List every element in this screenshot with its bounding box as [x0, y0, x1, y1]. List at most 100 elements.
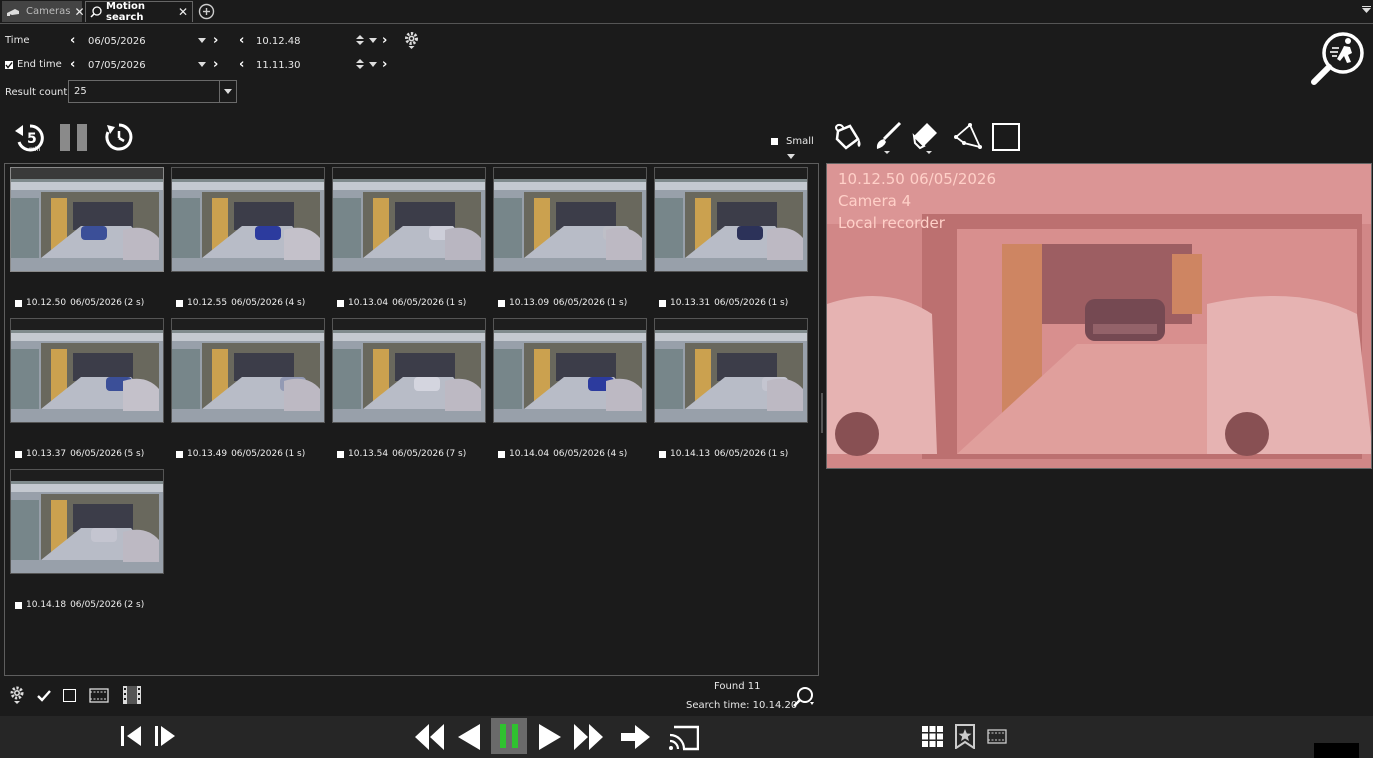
- end-time-value[interactable]: 11.11.30: [256, 60, 301, 71]
- combo-divider: [219, 81, 220, 102]
- result-date: 06/05/2026: [392, 298, 444, 308]
- result-checkbox[interactable]: [659, 299, 666, 307]
- result-thumbnail[interactable]: [332, 167, 486, 272]
- select-all-check-icon[interactable]: [37, 690, 51, 702]
- filmstrip-icon[interactable]: [122, 685, 142, 705]
- start-time-value[interactable]: 10.12.48: [256, 36, 301, 47]
- small-checkbox[interactable]: [771, 138, 778, 145]
- video-preview[interactable]: 10.12.50 06/05/2026 Camera 4 Local recor…: [826, 163, 1372, 469]
- clip-view-icon[interactable]: [987, 729, 1007, 744]
- pause-search-icon[interactable]: [60, 124, 88, 152]
- result-thumbnail[interactable]: [493, 167, 647, 272]
- end-date-prev-icon[interactable]: ‹: [70, 58, 75, 71]
- end-time-checkbox[interactable]: [5, 61, 13, 69]
- result-checkbox[interactable]: [15, 601, 22, 609]
- result-date: 06/05/2026: [714, 449, 766, 459]
- result-checkbox[interactable]: [337, 450, 344, 458]
- play-forward-icon[interactable]: [537, 724, 561, 750]
- end-time-prev-icon[interactable]: ‹: [239, 58, 244, 71]
- play-backward-icon[interactable]: [458, 724, 482, 750]
- grid-view-icon[interactable]: [922, 726, 943, 747]
- rewind-5min-unit: min: [29, 146, 41, 153]
- tab-cameras-close-icon[interactable]: ✕: [74, 6, 84, 18]
- result-count-dropdown-icon[interactable]: [224, 89, 232, 94]
- start-date-dropdown-icon[interactable]: [198, 38, 206, 43]
- result-thumbnail[interactable]: [654, 318, 808, 423]
- result-checkbox[interactable]: [15, 299, 22, 307]
- result-thumbnail[interactable]: [654, 167, 808, 272]
- result-checkbox[interactable]: [176, 450, 183, 458]
- result-duration: (5 s): [123, 449, 145, 459]
- result-thumbnail[interactable]: [171, 167, 325, 272]
- tab-cameras-label: Cameras: [26, 6, 71, 17]
- tab-cameras[interactable]: Cameras ✕: [2, 1, 85, 22]
- result-thumbnail[interactable]: [171, 318, 325, 423]
- preview-recorder-name: Local recorder: [838, 214, 945, 232]
- start-time-dropdown-icon[interactable]: [369, 38, 377, 43]
- start-time-prev-icon[interactable]: ‹: [239, 34, 244, 47]
- rectangle-icon[interactable]: [992, 123, 1020, 151]
- prev-frame-icon[interactable]: [121, 726, 145, 746]
- add-tab-icon[interactable]: [198, 3, 215, 20]
- rewind-5min-icon[interactable]: 5 min: [14, 122, 46, 154]
- go-live-arrow-icon[interactable]: [621, 724, 651, 750]
- small-dropdown-icon[interactable]: [787, 154, 795, 159]
- result-duration: (7 s): [445, 449, 467, 459]
- result-checkbox[interactable]: [176, 299, 183, 307]
- result-thumbnail[interactable]: [332, 318, 486, 423]
- settings-gear-icon[interactable]: [403, 30, 420, 50]
- restart-search-icon[interactable]: [104, 122, 134, 152]
- result-date: 06/05/2026: [714, 298, 766, 308]
- start-date-value[interactable]: 06/05/2026: [88, 36, 146, 47]
- panel-splitter[interactable]: [821, 393, 823, 433]
- pause-button[interactable]: [491, 718, 527, 754]
- eraser-icon[interactable]: [911, 121, 943, 155]
- result-thumbnail-image: [11, 330, 163, 422]
- preview-camera-name: Camera 4: [838, 192, 912, 210]
- result-checkbox[interactable]: [498, 299, 505, 307]
- result-count-combo[interactable]: 25: [68, 80, 237, 103]
- end-date-dropdown-icon[interactable]: [198, 62, 206, 67]
- result-thumbnail[interactable]: [10, 469, 164, 574]
- end-date-value[interactable]: 07/05/2026: [88, 60, 146, 71]
- start-time-spinner-icon[interactable]: [356, 34, 364, 46]
- tab-motion-search[interactable]: Motion search ✕: [85, 1, 193, 23]
- bookmark-icon[interactable]: [955, 724, 975, 749]
- polygon-icon[interactable]: [952, 121, 984, 153]
- cast-icon[interactable]: [669, 723, 699, 751]
- result-caption: 10.13.49 06/05/2026 (1 s): [176, 449, 305, 459]
- result-thumbnail[interactable]: [10, 167, 164, 272]
- start-date-prev-icon[interactable]: ‹: [70, 34, 75, 47]
- end-time-spinner-icon[interactable]: [356, 58, 364, 70]
- tab-menu-icon[interactable]: [1362, 6, 1371, 15]
- search-magnifier-icon[interactable]: [793, 686, 815, 708]
- end-date-next-icon[interactable]: ›: [213, 58, 218, 71]
- export-clip-icon[interactable]: [89, 688, 109, 703]
- result-checkbox[interactable]: [15, 450, 22, 458]
- deselect-all-icon[interactable]: [63, 689, 76, 702]
- start-date-next-icon[interactable]: ›: [213, 34, 218, 47]
- end-time-next-icon[interactable]: ›: [382, 58, 387, 71]
- result-time: 10.13.31: [670, 298, 711, 308]
- results-settings-gear-icon[interactable]: [9, 685, 25, 705]
- result-thumbnail-image: [172, 330, 324, 422]
- preview-timestamp: 10.12.50 06/05/2026: [838, 170, 997, 188]
- motion-search-icon[interactable]: [1308, 28, 1368, 88]
- result-checkbox[interactable]: [337, 299, 344, 307]
- brush-icon[interactable]: [872, 121, 904, 155]
- tab-motion-search-close-icon[interactable]: ✕: [178, 6, 188, 18]
- result-thumbnail[interactable]: [10, 318, 164, 423]
- fill-bucket-icon[interactable]: [832, 121, 864, 153]
- result-caption: 10.14.04 06/05/2026 (4 s): [498, 449, 627, 459]
- next-frame-icon[interactable]: [155, 726, 179, 746]
- end-time-dropdown-icon[interactable]: [369, 62, 377, 67]
- result-checkbox[interactable]: [498, 450, 505, 458]
- fast-rewind-icon[interactable]: [415, 724, 445, 750]
- fast-forward-icon[interactable]: [573, 724, 603, 750]
- result-thumbnail[interactable]: [493, 318, 647, 423]
- result-thumbnail-image: [333, 330, 485, 422]
- start-time-next-icon[interactable]: ›: [382, 34, 387, 47]
- result-time: 10.13.49: [187, 449, 228, 459]
- result-checkbox[interactable]: [659, 450, 666, 458]
- result-thumbnail-image: [11, 179, 163, 271]
